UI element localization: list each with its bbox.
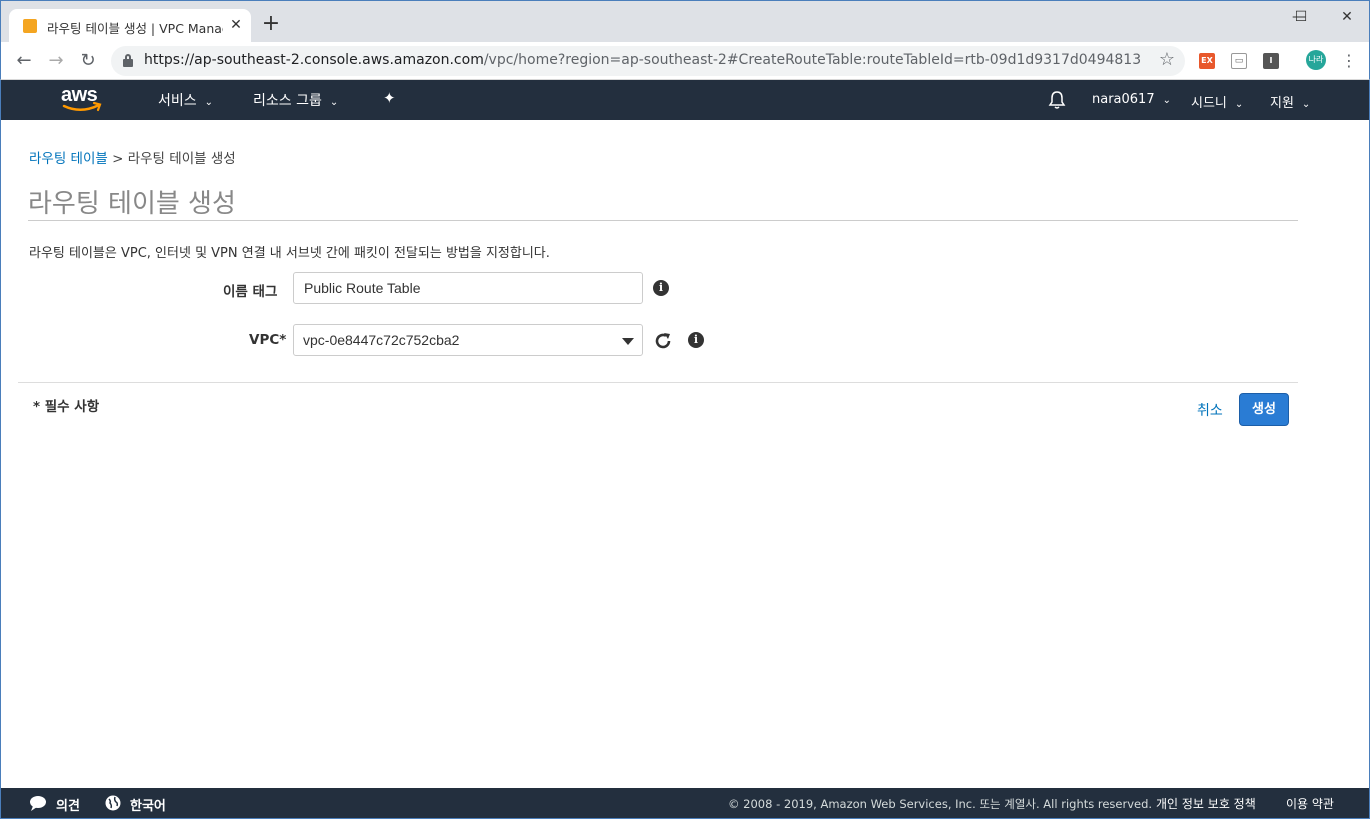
vpc-label: VPC* bbox=[249, 332, 287, 348]
services-menu[interactable]: 서비스 ⌄ bbox=[158, 90, 213, 110]
profile-avatar[interactable]: 나라 bbox=[1306, 50, 1326, 70]
name-tag-label: 이름 태그 bbox=[223, 284, 278, 300]
feedback-link[interactable]: 의견 bbox=[56, 795, 80, 814]
chevron-down-icon: ⌄ bbox=[204, 97, 214, 108]
region-menu[interactable]: 시드니 ⌄ bbox=[1191, 92, 1243, 111]
aws-favicon-icon bbox=[23, 19, 37, 33]
window-close-button[interactable]: ✕ bbox=[1327, 5, 1367, 29]
title-divider bbox=[28, 220, 1298, 221]
breadcrumb-current: 라우팅 테이블 생성 bbox=[127, 151, 236, 167]
name-tag-input[interactable] bbox=[293, 272, 643, 304]
chevron-down-icon: ⌄ bbox=[329, 97, 339, 108]
page-description: 라우팅 테이블은 VPC, 인터넷 및 VPN 연결 내 서브넷 간에 패킷이 … bbox=[29, 246, 550, 261]
page-title: 라우팅 테이블 생성 bbox=[28, 189, 236, 219]
feedback-bubble-icon bbox=[30, 796, 46, 811]
chevron-down-icon: ⌄ bbox=[1234, 99, 1244, 110]
support-menu[interactable]: 지원 ⌄ bbox=[1270, 92, 1310, 111]
chevron-down-icon: ⌄ bbox=[1301, 99, 1311, 110]
language-selector[interactable]: 한국어 bbox=[130, 795, 166, 814]
pin-icon[interactable]: ✦ bbox=[383, 89, 396, 107]
browser-tabstrip: 라우팅 테이블 생성 | VPC Manag ✕ + — ☐ ✕ bbox=[0, 0, 1370, 43]
chevron-down-icon: ⌄ bbox=[1162, 95, 1171, 106]
resource-groups-menu[interactable]: 리소스 그룹 ⌄ bbox=[253, 90, 338, 110]
browser-toolbar: ← → ↻ https://ap-southeast-2.console.aws… bbox=[0, 42, 1370, 80]
aws-footer: 의견 한국어 © 2008 - 2019, Amazon Web Service… bbox=[1, 788, 1369, 818]
form-divider bbox=[18, 382, 1298, 383]
browser-tab[interactable]: 라우팅 테이블 생성 | VPC Manag ✕ bbox=[9, 9, 251, 43]
copyright-text: © 2008 - 2019, Amazon Web Services, Inc.… bbox=[728, 797, 1153, 811]
bookmark-star-icon[interactable]: ☆ bbox=[1159, 49, 1175, 70]
reload-icon[interactable]: ↻ bbox=[75, 48, 101, 74]
breadcrumb: 라우팅 테이블 > 라우팅 테이블 생성 bbox=[29, 151, 236, 167]
url-text: https://ap-southeast-2.console.aws.amazo… bbox=[144, 52, 1142, 68]
name-tag-info-icon[interactable]: i bbox=[653, 280, 669, 296]
tab-close-icon[interactable]: ✕ bbox=[227, 15, 245, 35]
vpc-selected-value: vpc-0e8447c72c752cba2 bbox=[303, 332, 460, 348]
terms-of-use-link[interactable]: 이용 약관 bbox=[1286, 795, 1334, 812]
extension-screen-icon[interactable]: ▭ bbox=[1231, 53, 1247, 69]
maximize-button[interactable]: ☐ bbox=[1281, 5, 1321, 29]
vpc-select[interactable]: vpc-0e8447c72c752cba2 bbox=[293, 324, 643, 356]
extension-ex-icon[interactable]: EX bbox=[1199, 53, 1215, 69]
forward-arrow-icon[interactable]: → bbox=[43, 48, 69, 74]
breadcrumb-route-tables-link[interactable]: 라우팅 테이블 bbox=[29, 151, 108, 167]
back-arrow-icon[interactable]: ← bbox=[11, 48, 37, 74]
privacy-policy-link[interactable]: 개인 정보 보호 정책 bbox=[1156, 795, 1256, 812]
refresh-icon[interactable] bbox=[653, 331, 673, 351]
create-button[interactable]: 생성 bbox=[1239, 393, 1289, 426]
required-note: * 필수 사항 bbox=[33, 399, 100, 415]
cancel-button[interactable]: 취소 bbox=[1197, 400, 1223, 420]
account-menu[interactable]: nara0617 ⌄ bbox=[1092, 92, 1171, 107]
bell-icon[interactable] bbox=[1048, 90, 1066, 110]
address-bar[interactable]: https://ap-southeast-2.console.aws.amazo… bbox=[111, 46, 1185, 76]
aws-logo[interactable]: aws bbox=[61, 84, 105, 114]
tab-title: 라우팅 테이블 생성 | VPC Manag bbox=[47, 21, 223, 36]
extension-i-icon[interactable]: I bbox=[1263, 53, 1279, 69]
vpc-info-icon[interactable]: i bbox=[688, 332, 704, 348]
browser-menu-icon[interactable]: ⋮ bbox=[1341, 50, 1357, 72]
aws-navbar: aws 서비스 ⌄ 리소스 그룹 ⌄ ✦ nara0617 ⌄ 시드니 ⌄ 지원 ⌄ bbox=[1, 80, 1369, 120]
aws-smile-icon bbox=[62, 101, 102, 112]
dropdown-arrow-icon bbox=[622, 338, 634, 345]
globe-icon bbox=[105, 795, 121, 811]
window-border-left bbox=[0, 80, 1, 819]
new-tab-button[interactable]: + bbox=[259, 13, 283, 37]
lock-icon bbox=[123, 54, 133, 67]
